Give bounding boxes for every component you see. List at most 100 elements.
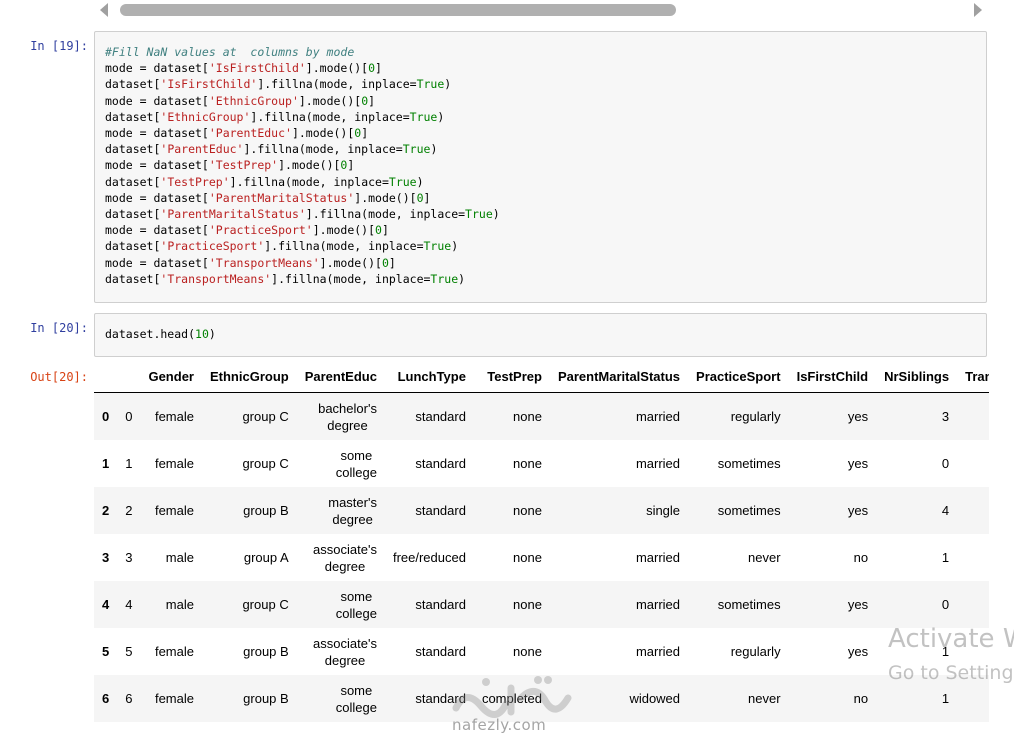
table-cell: group B xyxy=(243,691,289,706)
table-cell: some college xyxy=(297,440,385,487)
code-token: mode = dataset[ xyxy=(105,255,209,270)
code-token: mode = dataset[ xyxy=(105,61,209,76)
table-cell xyxy=(957,722,989,738)
code-token: ].mode()[ xyxy=(312,223,376,238)
table-cell xyxy=(117,722,140,738)
cell-19-prompt: In [19]: xyxy=(30,39,88,53)
column-header: IsFirstChild xyxy=(788,360,877,393)
table-cell: no xyxy=(853,691,869,706)
cell-text-line: some xyxy=(340,682,373,698)
table-cell: master's degree xyxy=(297,487,385,534)
table-cell: female xyxy=(154,503,194,518)
cell-text-line: master's xyxy=(328,494,377,510)
table-cell: yes xyxy=(847,503,869,518)
code-token: mode = dataset[ xyxy=(105,190,209,205)
table-cell: some college xyxy=(297,675,385,722)
code-token: ) xyxy=(451,239,459,254)
table-cell: female xyxy=(154,644,194,659)
table-cell: female xyxy=(154,691,194,706)
cell-19-code-input[interactable]: #Fill NaN values at columns by mode mode… xyxy=(94,31,987,303)
code-token: ] xyxy=(388,255,396,270)
code-token: 0 xyxy=(381,255,389,270)
table-cell: group B xyxy=(243,644,289,659)
output-20-prompt: Out[20]: xyxy=(30,370,88,384)
table-row: 4 4 male group C some college standard none marr… xyxy=(94,581,989,628)
code-token: dataset[ xyxy=(105,142,161,157)
code-token: mode = dataset[ xyxy=(105,158,209,173)
column-header: ParentMaritalStatus xyxy=(549,360,689,393)
code-token: 'ParentMaritalStatus' xyxy=(160,207,306,222)
code-token: ) xyxy=(458,271,466,286)
cell-text-line: degree xyxy=(332,511,373,527)
table-cell: no xyxy=(853,550,869,565)
code-token: mode = dataset[ xyxy=(105,126,209,141)
cell-20-prompt: In [20]: xyxy=(30,321,88,335)
table-cell: married xyxy=(635,456,681,471)
code-token: ].mode()[ xyxy=(305,61,369,76)
activate-windows-subtitle: Go to Setting xyxy=(888,662,1014,684)
multiline-cell-text: associate's degree xyxy=(313,541,377,575)
table-cell: school xyxy=(957,440,989,487)
table-cell: 6 xyxy=(125,691,133,706)
cell-text-line: degree xyxy=(324,558,366,574)
code-token: ] xyxy=(368,93,376,108)
code-token: ].fillna(mode, inplace= xyxy=(305,207,466,222)
table-cell: school xyxy=(957,393,989,441)
table-cell: bachelor's degree xyxy=(297,393,385,441)
table-cell: 1 xyxy=(941,550,950,565)
code-token: 'TestPrep' xyxy=(160,174,230,189)
code-token: ) xyxy=(208,327,216,341)
table-cell: yes xyxy=(847,409,869,424)
table-cell: 0 xyxy=(941,456,950,471)
column-header xyxy=(94,360,118,393)
scroll-thumb[interactable] xyxy=(120,4,676,16)
table-cell: sometimes xyxy=(717,503,781,518)
column-header xyxy=(117,360,141,393)
cell-20-code-input[interactable]: dataset.head(10) xyxy=(94,313,987,357)
row-index: 0 xyxy=(102,409,110,424)
multiline-cell-text: master's degree xyxy=(328,494,377,528)
code-token: ] xyxy=(375,61,382,76)
cell-text-line: college xyxy=(335,699,377,715)
code-token: 'ParentEduc' xyxy=(160,142,244,157)
scroll-right-arrow-icon[interactable] xyxy=(974,3,982,17)
row-index: 6 xyxy=(102,691,110,706)
table-cell: some xyxy=(297,722,385,738)
code-token: True xyxy=(430,271,459,286)
cell-text-line: bachelor's xyxy=(318,400,377,416)
row-index: 5 xyxy=(102,644,110,659)
code-token: ) xyxy=(444,77,452,92)
table-cell: standard xyxy=(415,503,466,518)
table-cell xyxy=(789,722,877,738)
column-header: NrSiblings xyxy=(876,360,958,393)
table-cell xyxy=(688,722,789,738)
code-token: ) xyxy=(437,109,445,124)
code-token: 'TestPrep' xyxy=(208,158,279,173)
table-cell: group C xyxy=(242,409,289,424)
column-header: TestPrep xyxy=(473,360,550,393)
code-token: dataset[ xyxy=(105,77,161,92)
table-cell: school xyxy=(957,487,989,534)
cell-text-line: degree xyxy=(324,652,366,668)
code-token: ) xyxy=(492,207,500,222)
activate-windows-title: Activate W xyxy=(888,624,1014,654)
horizontal-scrollbar[interactable] xyxy=(96,0,988,20)
table-cell: none xyxy=(513,597,542,612)
table-row: 2 2 female group B master's degree standard non… xyxy=(94,487,989,534)
table-cell: group A xyxy=(243,550,289,565)
code-token: 0 xyxy=(416,190,424,205)
cell-text-line: college xyxy=(335,605,377,621)
table-cell: 3 xyxy=(941,409,950,424)
row-index: 1 xyxy=(102,456,110,471)
code-token: ].fillna(mode, inplace= xyxy=(264,239,424,254)
column-header: ParentEduc xyxy=(296,360,385,393)
table-cell: standard xyxy=(415,409,466,424)
scroll-left-arrow-icon[interactable] xyxy=(100,3,108,17)
code-token: mode = dataset[ xyxy=(105,223,209,238)
row-index xyxy=(94,722,117,738)
cell-text-line: some xyxy=(340,588,373,604)
code-token: 'ParentEduc' xyxy=(208,126,292,141)
column-header: Gender xyxy=(140,360,202,393)
column-header: EthnicGroup xyxy=(201,360,297,393)
row-index: 3 xyxy=(102,550,110,565)
